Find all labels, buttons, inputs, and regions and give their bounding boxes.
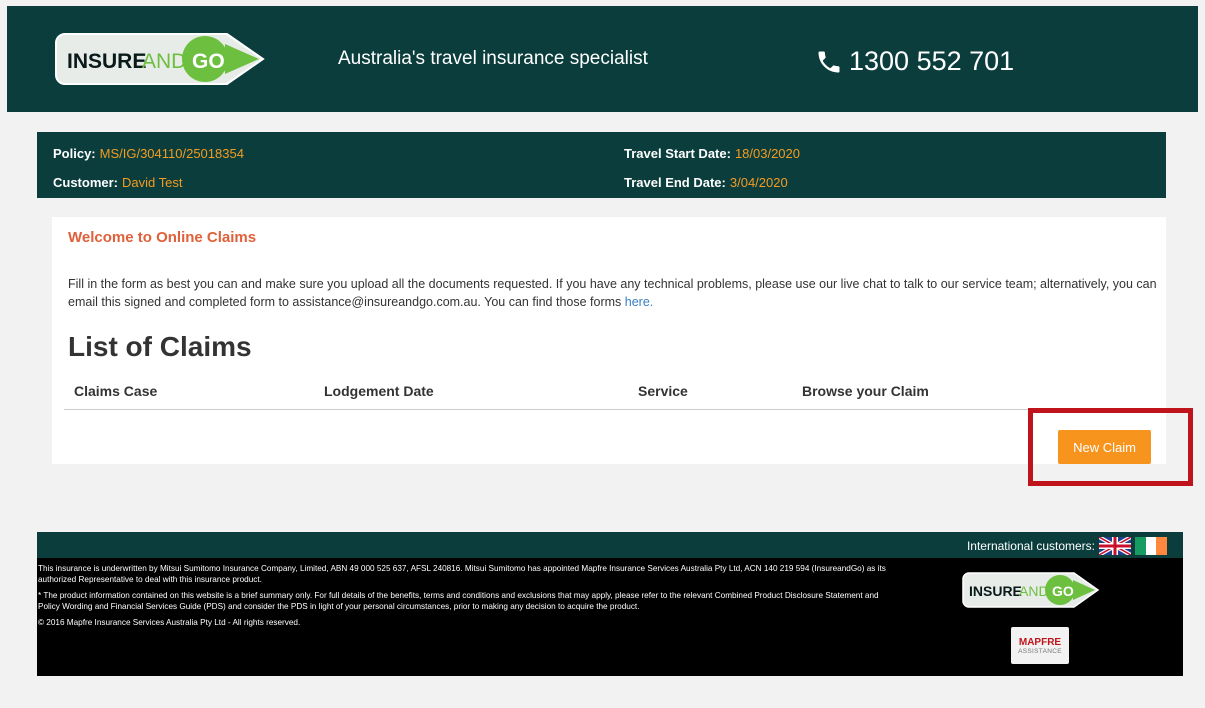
mapfre-sub: ASSISTANCE (1018, 648, 1062, 655)
logo-text-and: AND (142, 50, 186, 73)
travel-end-row: Travel End Date: 3/04/2020 (624, 175, 788, 190)
footer-logo-go: GO (1052, 583, 1074, 599)
insureandgo-footer-logo[interactable]: INSURE AND GO (962, 570, 1102, 610)
logo-text-go: GO (192, 50, 225, 73)
list-of-claims-heading: List of Claims (68, 331, 252, 362)
policy-info-bar: Policy: MS/IG/304110/25018354 Customer: … (37, 132, 1166, 198)
footer-disclaimer: This insurance is underwritten by Mitsui… (38, 563, 888, 632)
footer-logo-insure: INSURE (969, 583, 1022, 599)
footer-pds-text: * The product information contained on t… (38, 590, 879, 612)
footer-logo-and: AND (1019, 583, 1049, 599)
phone-icon (818, 51, 840, 72)
ireland-flag-icon[interactable] (1135, 537, 1167, 555)
column-header-browse-claim: Browse your Claim (802, 383, 929, 399)
forms-link[interactable]: here. (625, 295, 654, 309)
header-tagline: Australia's travel insurance specialist (338, 48, 648, 69)
policy-label: Policy: (53, 146, 96, 161)
insureandgo-logo[interactable]: INSURE AND GO (55, 30, 269, 88)
new-claim-highlight-box (1028, 408, 1193, 486)
footer-copyright: © 2016 Mapfre Insurance Services Austral… (38, 617, 301, 627)
policy-row: Policy: MS/IG/304110/25018354 (53, 146, 244, 161)
travel-end-label: Travel End Date: (624, 175, 726, 190)
claims-panel: Welcome to Online Claims Fill in the for… (52, 217, 1166, 464)
site-footer: International customers: This insurance … (37, 532, 1183, 676)
intro-body: Fill in the form as best you can and mak… (68, 277, 1157, 309)
site-header: INSURE AND GO Australia's travel insuran… (7, 6, 1198, 112)
uk-flag-icon[interactable] (1099, 537, 1131, 555)
policy-number: MS/IG/304110/25018354 (99, 146, 244, 161)
phone-number: 1300 552 701 (849, 46, 1015, 76)
international-customers: International customers: (967, 537, 1167, 555)
column-header-service: Service (638, 383, 688, 399)
footer-strip: International customers: (37, 532, 1183, 558)
travel-start-label: Travel Start Date: (624, 146, 731, 161)
table-divider (64, 409, 1164, 410)
customer-row: Customer: David Test (53, 175, 182, 190)
mapfre-assistance-logo[interactable]: MAPFRE ASSISTANCE (1011, 627, 1069, 664)
welcome-title: Welcome to Online Claims (68, 229, 257, 246)
intro-text: Fill in the form as best you can and mak… (68, 275, 1158, 311)
header-phone[interactable]: 1300 552 701 (815, 46, 1014, 77)
international-label: International customers: (966, 539, 1095, 553)
column-header-lodgement-date: Lodgement Date (324, 383, 434, 399)
column-header-claims-case: Claims Case (74, 383, 158, 399)
travel-start-date: 18/03/2020 (734, 146, 801, 161)
travel-start-row: Travel Start Date: 18/03/2020 (624, 146, 800, 161)
travel-end-date: 3/04/2020 (729, 175, 788, 190)
customer-label: Customer: (53, 175, 119, 190)
logo-text-insure: INSURE (67, 50, 146, 73)
footer-underwriter-text: This insurance is underwritten by Mitsui… (38, 564, 886, 585)
mapfre-name: MAPFRE (1018, 637, 1062, 648)
customer-name: David Test (122, 175, 183, 190)
